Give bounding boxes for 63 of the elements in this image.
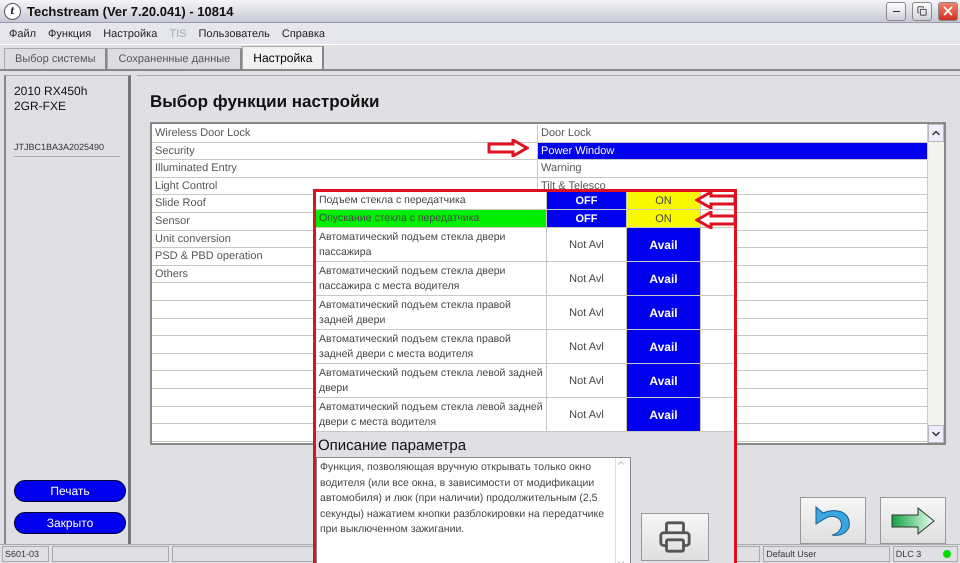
tab[interactable]: Настройка [242,46,324,69]
right-arrow-icon [890,506,936,536]
setting-option[interactable]: Avail [627,296,701,330]
status-code: S601-03 [2,546,50,562]
setting-option[interactable]: Avail [627,262,701,296]
minimize-button[interactable] [886,2,906,20]
vin-number: JTJBC1BA3A2025490 [14,142,120,157]
menu-item[interactable]: Настройка [98,28,162,40]
system-item[interactable]: Illuminated Entry [152,160,538,178]
vehicle-model: 2010 RX450h [14,84,88,99]
setting-option[interactable]: Avail [627,228,701,262]
print-button[interactable] [641,513,709,561]
sidebar-button[interactable]: Закрыто [14,512,126,534]
function-item[interactable]: Power Window [538,142,927,160]
setting-option[interactable]: Avail [627,330,701,364]
back-button[interactable] [800,497,866,544]
status-connection: DLC 3 [892,546,958,562]
setting-label: Автоматический подъем стекла двери пассажира с места водителя [316,262,547,296]
setting-label: Автоматический подъем стекла левой задней двери с места водителя [316,398,547,432]
app-logo: t [4,2,21,20]
printer-icon [658,520,692,554]
menu-item[interactable]: Файл [4,28,42,40]
setting-label: Автоматический подъем стекла правой задней двери [316,296,547,330]
description-title: Описание параметра [318,437,468,454]
scrollbar[interactable] [927,124,944,443]
next-button[interactable] [880,497,946,544]
setting-option[interactable]: Avail [627,364,701,398]
setting-label: Автоматический подъем стекла правой задней двери с места водителя [316,330,547,364]
sidebar-button[interactable]: Печать [14,480,126,502]
setting-option[interactable]: OFF [547,192,627,210]
description-text: Функция, позволяющая вручную открывать только окно водителя (или все окна, в зависимости от модификации автомобиля) и люк (при наличии) продолжительным (2,5 секунды) нажатием кнопки разблокировки на передатчике при выключенном зажигании. [319,460,606,537]
menu-item[interactable]: Функция [43,28,96,40]
window-title: Techstream (Ver 7.20.041) - 10814 [27,4,234,18]
arrow-icon [487,139,529,157]
setting-option[interactable]: Not Avl [547,262,627,296]
setting-option[interactable]: Avail [627,398,701,432]
setting-option[interactable]: Not Avl [547,296,627,330]
setting-option[interactable]: Not Avl [547,364,627,398]
restore-button[interactable] [912,2,932,20]
close-button[interactable] [938,2,958,20]
setting-label: Автоматический подъем стекла левой задней двери [316,364,547,398]
setting-option[interactable]: Not Avl [547,398,627,432]
setting-label: Опускание стекла с передатчика [316,210,547,228]
menu-item[interactable]: Пользователь [193,28,275,40]
undo-arrow-icon [813,504,853,538]
status-user: Default User [763,546,890,562]
tab[interactable]: Сохраненные данные [107,48,242,69]
setting-option[interactable]: ON [627,210,701,228]
function-item[interactable]: Door Lock [538,125,927,143]
system-item[interactable]: Wireless Door Lock [152,125,538,143]
setting-option[interactable]: OFF [547,210,627,228]
tab[interactable]: Выбор системы [4,48,108,69]
setting-label: Подъем стекла с передатчика [316,192,547,210]
setting-option[interactable]: ON [627,192,701,210]
setting-label: Автоматический подъем стекла двери пассажира [316,228,547,262]
menu-item[interactable]: Справка [276,28,330,40]
setting-option[interactable]: Not Avl [547,330,627,364]
close-icon [941,4,955,18]
page-heading: Выбор функции настройки [150,92,380,112]
function-item[interactable]: Warning [538,160,927,178]
engine-code: 2GR-FXE [14,99,68,114]
setting-option[interactable]: Not Avl [547,228,627,262]
restore-icon [917,6,927,16]
